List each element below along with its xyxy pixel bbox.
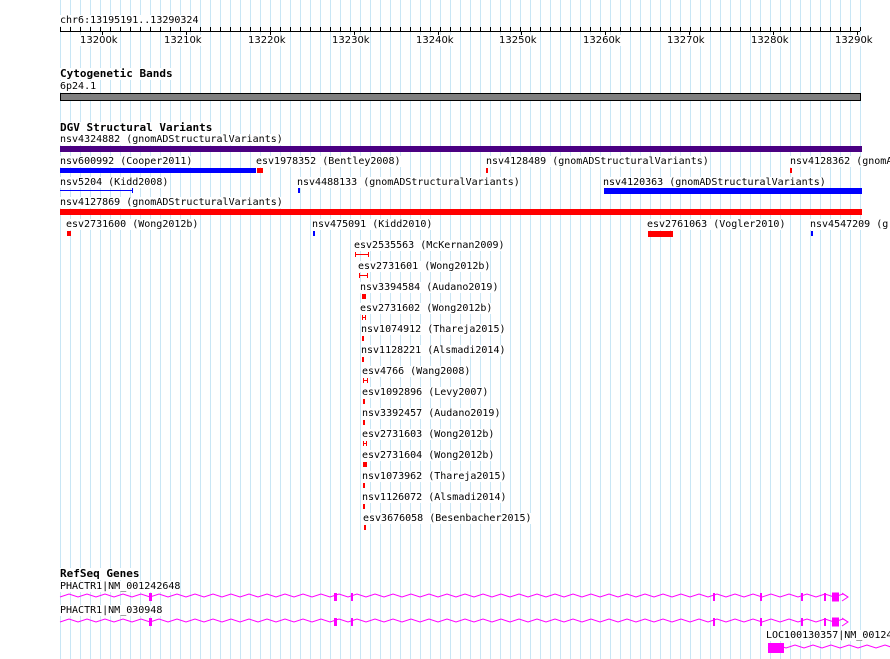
gene-exon <box>713 618 715 626</box>
gene-exon <box>760 618 762 626</box>
gene-intron-line <box>767 644 890 649</box>
gene-strand-arrow <box>841 592 849 602</box>
gene-exon <box>801 618 803 626</box>
gene-strand-arrow <box>841 617 849 627</box>
gene-exon <box>713 593 715 601</box>
gene-exon <box>832 592 839 602</box>
gene-exon <box>768 643 784 653</box>
genome-browser-view[interactable]: chr6:13195191..13290324 13200k 13210k 1322… <box>0 0 890 659</box>
gene-exon <box>824 593 826 601</box>
gene-exon <box>801 593 803 601</box>
gene-exon <box>832 617 839 627</box>
gene-exon <box>351 593 353 601</box>
gene-model-loc100130357[interactable] <box>767 643 890 653</box>
gene-intron-line <box>59 593 849 598</box>
gene-exon <box>334 593 337 601</box>
gene-model-phactr1-nm-001242648[interactable] <box>59 592 849 602</box>
gene-model-phactr1-nm-030948[interactable] <box>59 617 849 627</box>
gene-intron-line <box>59 618 849 623</box>
gene-exon <box>149 618 152 626</box>
refseq-gene-models <box>59 592 890 653</box>
gene-exon <box>824 618 826 626</box>
gene-exon <box>149 593 152 601</box>
gene-exon <box>351 618 353 626</box>
gene-exon <box>334 618 337 626</box>
gene-exon <box>760 593 762 601</box>
